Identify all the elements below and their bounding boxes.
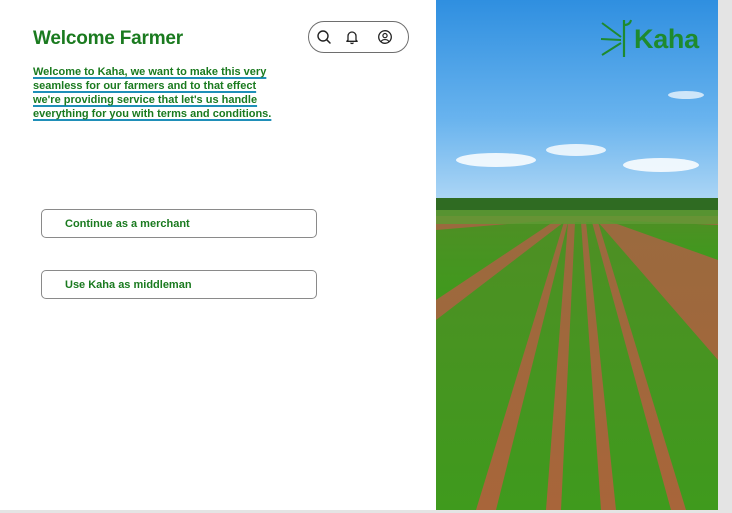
intro-text: Welcome to Kaha, we want to make this ve… bbox=[33, 65, 295, 121]
vertical-scrollbar[interactable] bbox=[718, 0, 732, 513]
intro-line: Welcome to Kaha, we want to make this ve… bbox=[33, 66, 267, 78]
page-title: Welcome Farmer bbox=[33, 28, 183, 49]
kaha-logo-text: Kaha bbox=[634, 24, 699, 54]
intro-line: we're providing service that let's us ha… bbox=[33, 94, 258, 106]
kaha-logo: Kaha bbox=[599, 17, 711, 61]
field-photo bbox=[436, 0, 718, 510]
intro-line: seamless for our farmers and to that eff… bbox=[33, 80, 257, 92]
kaha-logo-icon bbox=[600, 19, 632, 57]
use-kaha-as-middleman-button[interactable]: Use Kaha as middleman bbox=[41, 270, 317, 299]
welcome-panel: Welcome Farmer Welcome to Kaha, we want … bbox=[0, 0, 436, 510]
continue-as-merchant-button[interactable]: Continue as a merchant bbox=[41, 209, 317, 238]
user-circle-icon[interactable] bbox=[377, 29, 393, 45]
farm-field-image: Kaha bbox=[436, 0, 718, 510]
header-toolbar bbox=[308, 21, 409, 53]
search-icon[interactable] bbox=[316, 29, 332, 45]
bell-icon[interactable] bbox=[344, 29, 360, 45]
intro-line: everything for you with terms and condit… bbox=[33, 108, 272, 120]
